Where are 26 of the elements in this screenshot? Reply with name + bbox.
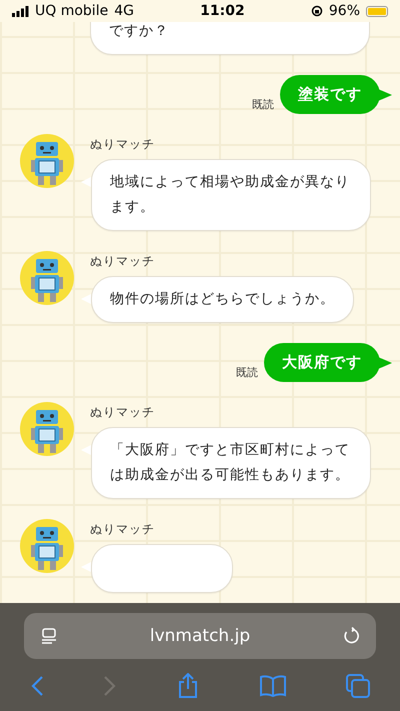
sender-name: ぬりマッチ	[90, 404, 156, 421]
reload-icon[interactable]	[342, 627, 360, 645]
sender-name: ぬりマッチ	[90, 521, 156, 538]
book-icon[interactable]	[258, 675, 287, 697]
rotation-lock-icon	[310, 5, 323, 17]
robot-icon	[20, 519, 74, 573]
page-menu-icon[interactable]	[40, 627, 58, 645]
share-icon[interactable]	[176, 673, 199, 699]
back-icon[interactable]	[30, 675, 44, 697]
clock: 11:02	[200, 3, 245, 19]
battery-percent: 96%	[328, 3, 360, 19]
network-type: 4G	[114, 3, 134, 19]
tabs-icon[interactable]	[346, 674, 370, 698]
robot-icon	[20, 134, 74, 188]
read-receipt: 既読	[252, 97, 274, 112]
read-receipt: 既読	[236, 365, 258, 380]
carrier-name: UQ mobile	[35, 3, 108, 19]
robot-icon	[20, 251, 74, 305]
message-bubble: ですか？	[90, 22, 370, 55]
signal-icon	[12, 6, 29, 16]
sender-name: ぬりマッチ	[90, 253, 156, 270]
address-bar[interactable]: lvnmatch.jp	[24, 613, 376, 659]
robot-icon	[20, 402, 74, 456]
battery-icon	[366, 6, 388, 16]
url-text: lvnmatch.jp	[150, 626, 250, 646]
sender-name: ぬりマッチ	[90, 136, 156, 153]
